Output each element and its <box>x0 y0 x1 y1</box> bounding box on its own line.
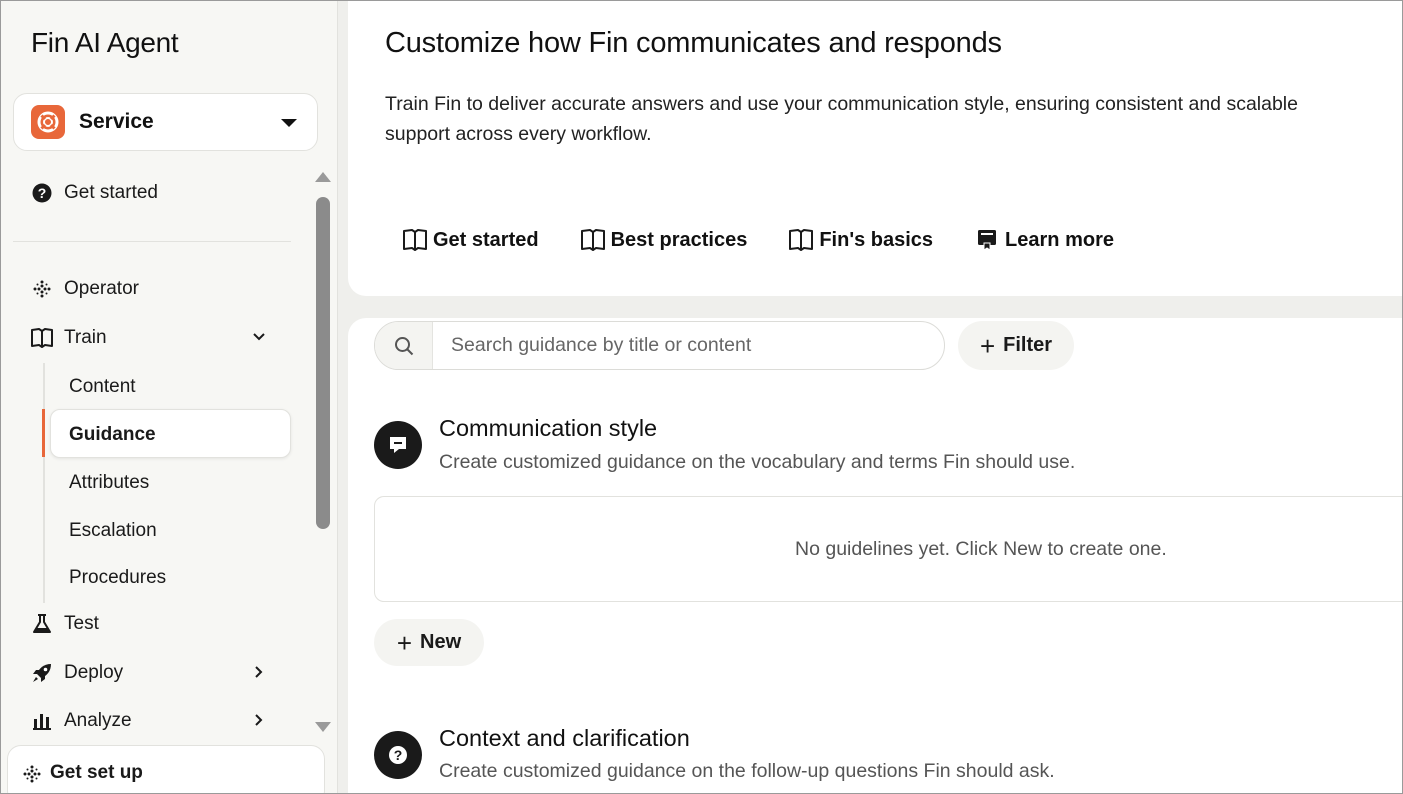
svg-text:?: ? <box>38 185 47 201</box>
svg-text:?: ? <box>394 747 403 763</box>
lifebuoy-icon <box>31 105 65 139</box>
link-label: Get started <box>433 228 539 251</box>
nav-label: Test <box>64 613 99 634</box>
help-circle-icon: ? <box>31 182 53 204</box>
nav-label: Analyze <box>64 710 132 731</box>
nav-label: Get started <box>64 182 158 203</box>
bar-chart-icon <box>31 710 53 732</box>
search-input[interactable] <box>433 334 933 357</box>
nav-get-started[interactable]: ? Get started <box>31 182 158 204</box>
sidebar: Fin AI Agent Service ? Get started Opera… <box>0 0 338 794</box>
page-description: Train Fin to deliver accurate answers an… <box>385 93 1298 145</box>
book-icon <box>31 327 53 349</box>
sub-nav-procedures[interactable]: Procedures <box>69 567 166 589</box>
section-title: Context and clarification <box>439 725 690 751</box>
get-set-up-label: Get set up <box>50 762 143 783</box>
filter-label: Filter <box>1003 334 1053 356</box>
sub-nav-line <box>43 363 45 603</box>
nav-label: Deploy <box>64 662 124 683</box>
sub-nav-attributes[interactable]: Attributes <box>69 472 149 494</box>
book-open-icon <box>403 228 427 252</box>
nav-label: Operator <box>64 278 139 299</box>
link-label: Fin's basics <box>819 228 934 251</box>
link-label: Best practices <box>610 228 748 251</box>
nav-deploy[interactable]: Deploy <box>31 662 263 684</box>
plus-icon: + <box>396 627 413 658</box>
section-description: Create customized guidance on the vocabu… <box>439 451 1076 473</box>
section-description: Create customized guidance on the follow… <box>439 760 1055 782</box>
workspace-switcher[interactable]: Service <box>13 93 318 151</box>
nav-analyze[interactable]: Analyze <box>31 710 263 732</box>
link-learn-more[interactable]: Learn more <box>975 228 1114 252</box>
sparkle-dots-icon <box>31 278 53 300</box>
empty-state-text: No guidelines yet. Click New to create o… <box>795 538 1167 560</box>
new-guideline-button[interactable]: + New <box>374 619 484 666</box>
flask-icon <box>31 613 53 635</box>
get-set-up-button[interactable]: Get set up <box>7 745 325 794</box>
resource-links: Get started Best practices Fin's basics … <box>403 228 1156 252</box>
scroll-up-arrow[interactable] <box>315 172 331 182</box>
search-box <box>374 321 945 370</box>
sub-nav-escalation[interactable]: Escalation <box>69 520 157 542</box>
certificate-icon <box>975 228 999 252</box>
nav-label: Train <box>64 327 107 348</box>
sparkle-dots-icon <box>22 764 42 789</box>
chevron-right-icon <box>251 712 267 734</box>
chevron-down-icon <box>251 329 267 351</box>
link-label: Learn more <box>1005 228 1114 251</box>
filter-button[interactable]: + Filter <box>958 321 1074 370</box>
scrollbar-thumb[interactable] <box>316 197 330 529</box>
workspace-name: Service <box>79 110 154 133</box>
page-title: Customize how Fin communicates and respo… <box>385 27 1002 59</box>
app-title: Fin AI Agent <box>31 27 179 58</box>
chat-bubble-icon <box>374 421 422 469</box>
caret-down-icon <box>281 119 297 127</box>
link-fins-basics[interactable]: Fin's basics <box>789 228 933 252</box>
active-indicator <box>42 409 45 457</box>
link-get-started[interactable]: Get started <box>403 228 539 252</box>
search-icon <box>375 322 433 369</box>
help-circle-icon: ? <box>374 731 422 779</box>
nav-test[interactable]: Test <box>31 613 99 635</box>
sub-nav-content[interactable]: Content <box>69 376 136 398</box>
book-open-icon <box>580 228 605 252</box>
section-title: Communication style <box>439 415 658 441</box>
nav-train[interactable]: Train <box>31 327 265 349</box>
nav-operator[interactable]: Operator <box>31 278 139 300</box>
scroll-down-arrow[interactable] <box>315 722 331 732</box>
link-best-practices[interactable]: Best practices <box>580 228 748 252</box>
rocket-icon <box>31 662 53 684</box>
plus-icon: + <box>979 330 996 361</box>
sub-nav-guidance[interactable]: Guidance <box>69 424 156 446</box>
divider <box>13 241 291 242</box>
new-label: New <box>420 631 462 653</box>
chevron-right-icon <box>251 664 267 686</box>
book-open-icon <box>789 228 814 252</box>
